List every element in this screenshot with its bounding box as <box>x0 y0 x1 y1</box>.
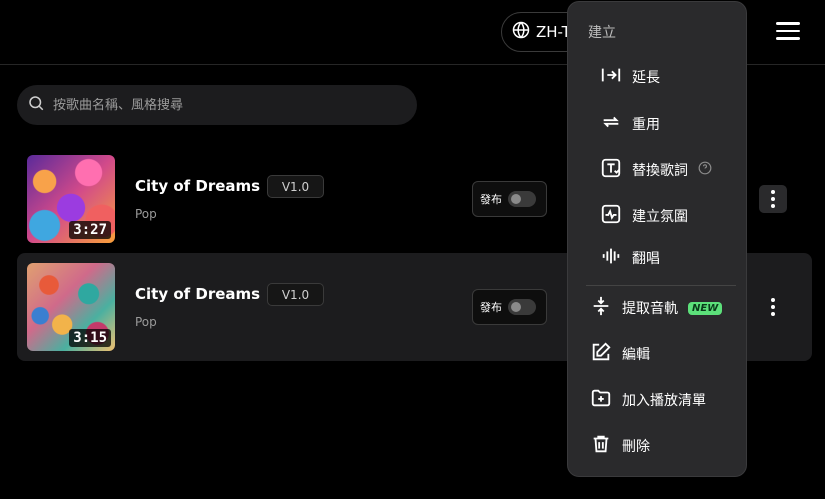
version-badge[interactable]: V1.0 <box>267 175 324 198</box>
menu-item-label: 加入播放清單 <box>622 393 706 409</box>
menu-item-label: 延長 <box>632 70 660 86</box>
new-badge: NEW <box>688 301 723 315</box>
publish-label: 發布 <box>480 193 502 206</box>
menu-item-label: 翻唱 <box>632 251 660 267</box>
more-vertical-icon <box>771 190 775 208</box>
more-vertical-icon <box>771 298 775 316</box>
extract-tracks-icon <box>590 295 612 321</box>
version-badge[interactable]: V1.0 <box>267 283 324 306</box>
menu-item-cover[interactable]: 翻唱 <box>600 245 660 271</box>
song-genre: Pop <box>135 207 157 221</box>
edit-icon <box>590 341 612 367</box>
menu-item-label: 替換歌詞 <box>632 163 688 179</box>
globe-icon <box>512 21 530 43</box>
create-vibe-icon <box>600 203 622 229</box>
song-duration: 3:15 <box>69 329 111 347</box>
search-input[interactable] <box>53 97 393 113</box>
reuse-icon <box>600 111 622 137</box>
menu-item-delete[interactable]: 刪除 <box>590 433 650 459</box>
menu-section-header: 建立 <box>588 25 616 41</box>
publish-label: 發布 <box>480 301 502 314</box>
more-options-button[interactable] <box>759 293 787 321</box>
menu-item-reuse[interactable]: 重用 <box>600 111 660 137</box>
menu-item-edit[interactable]: 編輯 <box>590 341 650 367</box>
menu-item-extend[interactable]: 延長 <box>600 64 660 90</box>
context-menu: 建立 延長 重用 替換歌詞 建立氛圍 翻唱 提取音軌 NEW 編輯 加入播放清單… <box>567 1 747 477</box>
song-duration: 3:27 <box>69 221 111 239</box>
cover-icon <box>600 245 622 271</box>
menu-divider <box>586 285 736 286</box>
replace-lyrics-icon <box>600 157 622 183</box>
menu-item-label: 編輯 <box>622 347 650 363</box>
menu-item-replace-lyrics[interactable]: 替換歌詞 <box>600 157 712 183</box>
publish-toggle[interactable] <box>508 191 536 207</box>
search-icon <box>27 94 45 116</box>
more-options-button[interactable] <box>759 185 787 213</box>
menu-item-add-playlist[interactable]: 加入播放清單 <box>590 387 706 413</box>
song-title[interactable]: City of Dreams <box>135 285 260 303</box>
help-icon[interactable] <box>698 161 712 179</box>
extend-icon <box>600 64 622 90</box>
song-title[interactable]: City of Dreams <box>135 177 260 195</box>
add-playlist-icon <box>590 387 612 413</box>
trash-icon <box>590 433 612 459</box>
publish-toggle-button[interactable]: 發布 <box>472 181 547 217</box>
hamburger-menu-icon[interactable] <box>776 22 800 42</box>
publish-toggle[interactable] <box>508 299 536 315</box>
menu-item-extract-tracks[interactable]: 提取音軌 NEW <box>590 295 723 321</box>
menu-item-label: 刪除 <box>622 439 650 455</box>
song-genre: Pop <box>135 315 157 329</box>
menu-item-label: 重用 <box>632 117 660 133</box>
menu-item-label: 提取音軌 <box>622 301 678 317</box>
language-label: ZH-T <box>536 23 571 41</box>
publish-toggle-button[interactable]: 發布 <box>472 289 547 325</box>
menu-item-create-vibe[interactable]: 建立氛圍 <box>600 203 688 229</box>
menu-item-label: 建立氛圍 <box>632 209 688 225</box>
search-bar <box>17 85 417 125</box>
song-cover-image[interactable]: 3:27 <box>27 155 115 243</box>
song-cover-image[interactable]: 3:15 <box>27 263 115 351</box>
